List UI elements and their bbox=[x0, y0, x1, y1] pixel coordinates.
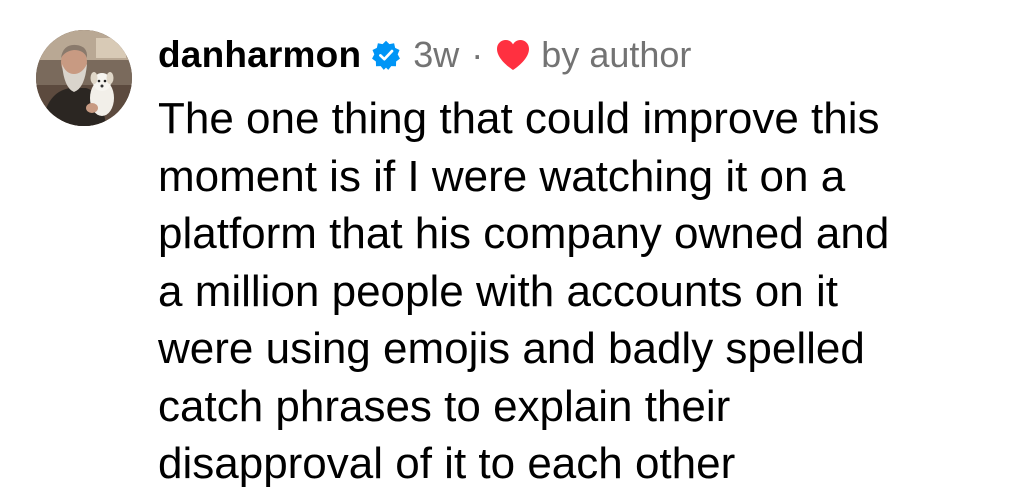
liked-by-author-label: by author bbox=[541, 34, 692, 75]
comment-text-line: moment is if I were watching it on a bbox=[158, 151, 846, 201]
comment-text-line: platform that his company owned and bbox=[158, 209, 890, 258]
comment-text-line: were using emojis and badly spelled bbox=[158, 324, 865, 373]
verified-badge-icon bbox=[371, 40, 401, 70]
comment-time[interactable]: 3w bbox=[413, 34, 459, 76]
username[interactable]: danharmon bbox=[158, 34, 361, 76]
comment: danharmon 3w · by author The one thing t… bbox=[0, 0, 1029, 498]
comment-text-line: catch phrases to explain their bbox=[158, 381, 731, 431]
heart-icon bbox=[495, 38, 531, 72]
comment-text-line: a million people with accounts on it bbox=[158, 266, 838, 316]
separator-dot: · bbox=[471, 34, 484, 75]
avatar[interactable] bbox=[36, 30, 132, 126]
profile-photo bbox=[36, 30, 132, 126]
comment-header: danharmon 3w · by author bbox=[158, 33, 691, 77]
comment-text: The one thing that could improve this mo… bbox=[158, 90, 1018, 493]
comment-text-line: disapproval of it to each other bbox=[158, 439, 736, 488]
comment-text-line: The one thing that could improve this bbox=[158, 94, 880, 143]
